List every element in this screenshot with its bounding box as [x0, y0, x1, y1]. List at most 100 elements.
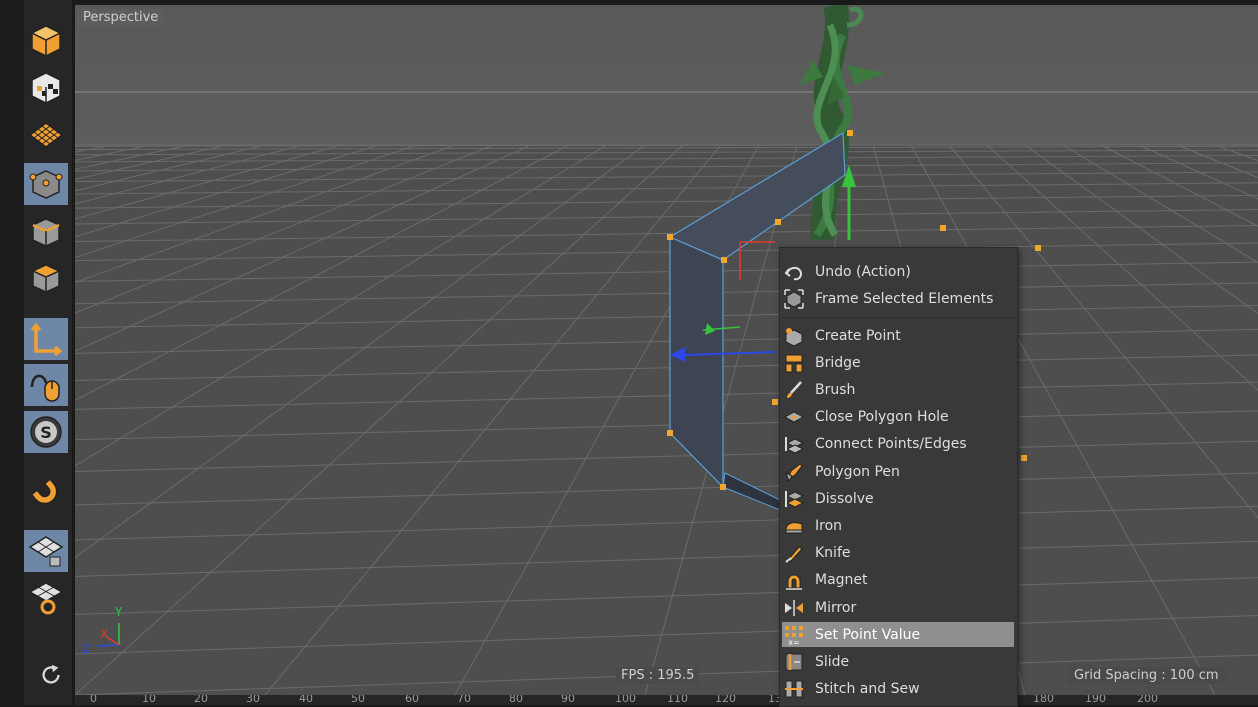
menu-item-label: Iron	[815, 517, 843, 534]
scene-canvas[interactable]: Y X Z	[75, 5, 1258, 695]
menu-item-label: Mirror	[815, 599, 857, 616]
svg-text:Y: Y	[114, 605, 123, 619]
close-polygon-hole-icon	[783, 411, 805, 423]
model-mode-button[interactable]	[24, 20, 68, 62]
menu-item-polygon-pen[interactable]: Polygon Pen	[782, 459, 1014, 484]
menu-separator	[782, 317, 1014, 318]
snap-button[interactable]	[24, 472, 68, 514]
menu-item-create-point[interactable]: Create Point	[782, 323, 1014, 348]
menu-item-label: Frame Selected Elements	[815, 290, 994, 307]
solo-s-icon: S	[30, 416, 62, 448]
menu-item-label: Create Point	[815, 327, 901, 344]
timeline-tick: 60	[405, 695, 419, 705]
dissolve-icon	[785, 490, 805, 508]
timeline-ruler[interactable]: 0102030405060708090100110120130180190200	[75, 695, 1258, 705]
texture-mode-checker-cube-icon	[31, 72, 61, 104]
points-mode-icon	[29, 170, 63, 199]
stitch-and-sew-icon	[785, 680, 803, 698]
knife-icon	[785, 546, 803, 563]
brush-icon	[787, 381, 802, 398]
lock-workplane-icon	[28, 536, 64, 567]
timeline-tick: 90	[561, 695, 575, 705]
workplane-grid-icon	[28, 122, 64, 148]
fps-readout: FPS : 195.5	[616, 667, 700, 684]
axis-enable-icon	[30, 322, 63, 357]
undo-icon	[784, 266, 803, 280]
menu-item-slide[interactable]: Slide	[782, 649, 1014, 674]
timeline-tick: 120	[715, 695, 736, 705]
timeline-tick: 180	[1033, 695, 1054, 705]
menu-item-label: Bridge	[815, 354, 861, 371]
planar-workplane-button[interactable]	[24, 577, 68, 619]
timeline-tick: 200	[1137, 695, 1158, 705]
polygons-mode-button[interactable]	[24, 257, 68, 299]
polygon-pen-icon	[785, 462, 803, 482]
menu-item-label: Undo (Action)	[815, 263, 911, 280]
svg-text:S: S	[40, 423, 52, 442]
magnet-icon	[786, 574, 802, 591]
timeline-tick: 50	[351, 695, 365, 705]
grid-spacing-readout: Grid Spacing : 100 cm	[1068, 667, 1225, 684]
timeline-tick: 40	[299, 695, 313, 705]
menu-item-undo-action[interactable]: Undo (Action)	[782, 259, 1014, 284]
polygons-mode-icon	[31, 264, 61, 293]
menu-item-label: Set Point Value	[815, 626, 921, 643]
frame-selected-icon	[784, 289, 804, 309]
solo-button[interactable]: S	[24, 411, 68, 453]
menu-item-brush[interactable]: Brush	[782, 377, 1014, 402]
refresh-button[interactable]	[36, 660, 66, 690]
menu-item-stitch-and-sew[interactable]: Stitch and Sew	[782, 677, 1014, 702]
menu-item-label: Slide	[815, 653, 850, 670]
menu-item-frame-selected-elements[interactable]: Frame Selected Elements	[782, 286, 1014, 311]
menu-item-label: Close Polygon Hole	[815, 409, 949, 426]
points-mode-button[interactable]	[24, 163, 68, 205]
texture-mode-button[interactable]	[24, 67, 68, 109]
menu-item-label: Connect Points/Edges	[815, 436, 967, 453]
refresh-icon	[42, 664, 60, 684]
menu-item-magnet[interactable]: Magnet	[782, 568, 1014, 593]
timeline-tick: 80	[509, 695, 523, 705]
axis-enable-button[interactable]	[24, 318, 68, 360]
menu-item-label: Magnet	[815, 572, 868, 589]
model-mode-cube-icon	[30, 25, 62, 57]
menu-item-mirror[interactable]: Mirror	[782, 595, 1014, 620]
menu-item-label: Dissolve	[815, 490, 874, 507]
timeline-tick: 190	[1085, 695, 1106, 705]
workplane-button[interactable]	[24, 114, 68, 156]
menu-item-close-polygon-hole[interactable]: Close Polygon Hole	[782, 405, 1014, 430]
iron-icon	[785, 522, 803, 534]
menu-item-label: Brush	[815, 381, 856, 398]
menu-item-label: Stitch and Sew	[815, 681, 920, 698]
timeline-tick: 70	[457, 695, 471, 705]
timeline-tick: 110	[667, 695, 688, 705]
edges-mode-icon	[32, 218, 60, 247]
perspective-viewport[interactable]: Y X Z Perspective FPS : 195.5 Grid Spaci…	[75, 5, 1258, 695]
timeline-tick: 10	[142, 695, 156, 705]
timeline-tick: 20	[194, 695, 208, 705]
tweak-mouse-icon	[30, 374, 60, 402]
menu-item-dissolve[interactable]: Dissolve	[782, 486, 1014, 511]
menu-item-connect-points-edges[interactable]: Connect Points/Edges	[782, 432, 1014, 457]
timeline-tick: 0	[90, 695, 97, 705]
menu-item-iron[interactable]: Iron	[782, 513, 1014, 538]
menu-item-set-point-value[interactable]: x= Set Point Value	[782, 622, 1014, 648]
view-label[interactable]: Perspective	[78, 9, 164, 26]
menu-item-knife[interactable]: Knife	[782, 541, 1014, 566]
mirror-icon	[785, 599, 803, 616]
svg-text:Z: Z	[82, 642, 90, 656]
bridge-icon	[785, 354, 803, 373]
create-point-icon	[785, 327, 803, 347]
timeline-tick: 100	[615, 695, 636, 705]
lock-workplane-button[interactable]	[24, 530, 68, 572]
svg-text:x=: x=	[788, 638, 799, 646]
left-toolbar: S	[0, 0, 72, 705]
menu-item-label: Polygon Pen	[815, 463, 900, 480]
menu-item-label: Knife	[815, 545, 851, 562]
menu-item-bridge[interactable]: Bridge	[782, 350, 1014, 375]
svg-text:X: X	[100, 627, 108, 641]
edges-mode-button[interactable]	[24, 211, 68, 253]
context-menu: Undo (Action) Frame Selected Elements Crea…	[779, 247, 1018, 707]
tweak-mouse-button[interactable]	[24, 364, 68, 406]
planar-workplane-icon	[28, 582, 64, 615]
set-point-value-icon: x=	[785, 625, 803, 646]
